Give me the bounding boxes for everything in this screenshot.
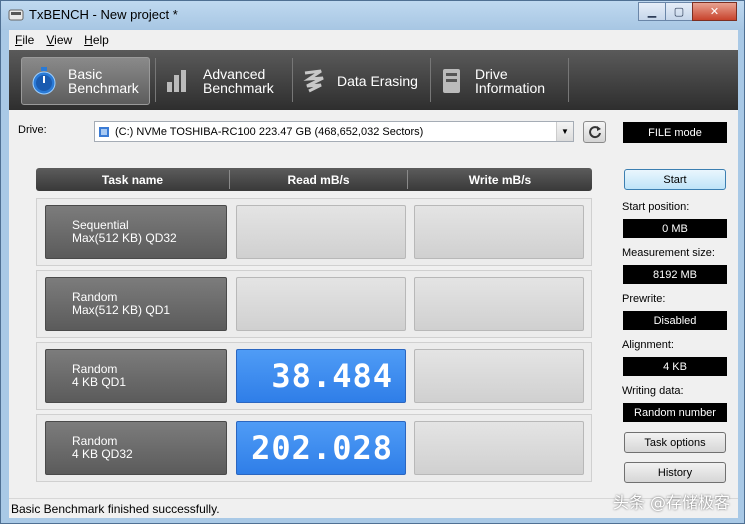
toolbar-divider: [430, 58, 431, 102]
benchmark-table: Task name Read mB/s Write mB/s Sequentia…: [36, 168, 592, 482]
app-icon: [8, 9, 24, 21]
toolbar-divider: [568, 58, 569, 102]
table-row: Random Max(512 KB) QD1: [36, 270, 592, 338]
watermark: 头条 @存储极客: [612, 493, 730, 512]
maximize-button[interactable]: ▢: [665, 2, 693, 21]
eraser-icon: [303, 69, 324, 93]
tab-data-erasing[interactable]: Data Erasing: [299, 57, 429, 105]
write-value: [414, 277, 584, 331]
menu-file[interactable]: File: [9, 33, 40, 47]
alignment-label: Alignment:: [622, 339, 674, 351]
window-title: TxBENCH - New project *: [29, 7, 178, 22]
toolbar-divider: [155, 58, 156, 102]
start-button[interactable]: Start: [624, 169, 726, 190]
minimize-button[interactable]: ▁: [638, 2, 666, 21]
refresh-icon: [588, 126, 601, 139]
write-value: [414, 205, 584, 259]
table-row: Sequential Max(512 KB) QD32: [36, 198, 592, 266]
table-header: Task name Read mB/s Write mB/s: [36, 168, 592, 191]
read-value: 38.484: [236, 349, 406, 403]
bar-chart-icon: [167, 70, 186, 92]
drive-info-icon: [443, 69, 460, 93]
refresh-button[interactable]: [583, 121, 606, 143]
writing-data-value: Random number: [623, 403, 727, 422]
task-options-button[interactable]: Task options: [624, 432, 726, 453]
window-controls: ▁ ▢ ✕: [638, 2, 737, 21]
writing-data-label: Writing data:: [622, 385, 684, 397]
start-position-value: 0 MB: [623, 219, 727, 238]
prewrite-label: Prewrite:: [622, 293, 666, 305]
menu-help[interactable]: Help: [78, 33, 115, 47]
drive-select[interactable]: (C:) NVMe TOSHIBA-RC100 223.47 GB (468,6…: [94, 121, 574, 142]
title-bar[interactable]: TxBENCH - New project * ▁ ▢ ✕: [1, 1, 744, 30]
menu-bar: File View Help: [9, 30, 738, 50]
table-row: Random 4 KB QD32 202.028: [36, 414, 592, 482]
drive-select-value: (C:) NVMe TOSHIBA-RC100 223.47 GB (468,6…: [115, 125, 424, 138]
drive-icon: [99, 126, 109, 137]
close-button[interactable]: ✕: [692, 2, 737, 21]
write-value: [414, 421, 584, 475]
task-button-random-4k-qd32[interactable]: Random 4 KB QD32: [45, 421, 227, 475]
app-window: TxBENCH - New project * ▁ ▢ ✕ File View …: [0, 0, 745, 524]
task-button-seq-qd32[interactable]: Sequential Max(512 KB) QD32: [45, 205, 227, 259]
start-position-label: Start position:: [622, 201, 690, 213]
main-panel: Drive: (C:) NVMe TOSHIBA-RC100 223.47 GB…: [9, 110, 738, 498]
prewrite-value: Disabled: [623, 311, 727, 330]
measurement-size-label: Measurement size:: [622, 247, 715, 259]
drive-label: Drive:: [18, 124, 47, 136]
history-button[interactable]: History: [624, 462, 726, 483]
stopwatch-icon: [32, 67, 56, 95]
header-task-name: Task name: [101, 172, 164, 187]
task-button-random-max-qd1[interactable]: Random Max(512 KB) QD1: [45, 277, 227, 331]
write-value: [414, 349, 584, 403]
chevron-down-icon[interactable]: ▼: [556, 122, 573, 141]
measurement-size-value: 8192 MB: [623, 265, 727, 284]
toolbar-divider: [292, 58, 293, 102]
tab-drive-information[interactable]: Drive Information: [437, 57, 567, 105]
header-write: Write mB/s: [468, 172, 532, 187]
table-row: Random 4 KB QD1 38.484: [36, 342, 592, 410]
header-read: Read mB/s: [287, 172, 350, 187]
task-button-random-4k-qd1[interactable]: Random 4 KB QD1: [45, 349, 227, 403]
read-value: [236, 205, 406, 259]
tab-advanced-benchmark[interactable]: Advanced Benchmark: [161, 57, 291, 105]
main-toolbar: Basic Benchmark Advanced Benchmark Data Er…: [9, 50, 738, 110]
file-mode-indicator: FILE mode: [623, 122, 727, 143]
read-value: [236, 277, 406, 331]
alignment-value: 4 KB: [623, 357, 727, 376]
read-value: 202.028: [236, 421, 406, 475]
menu-view[interactable]: View: [40, 33, 78, 47]
tab-basic-benchmark[interactable]: Basic Benchmark: [21, 57, 150, 105]
